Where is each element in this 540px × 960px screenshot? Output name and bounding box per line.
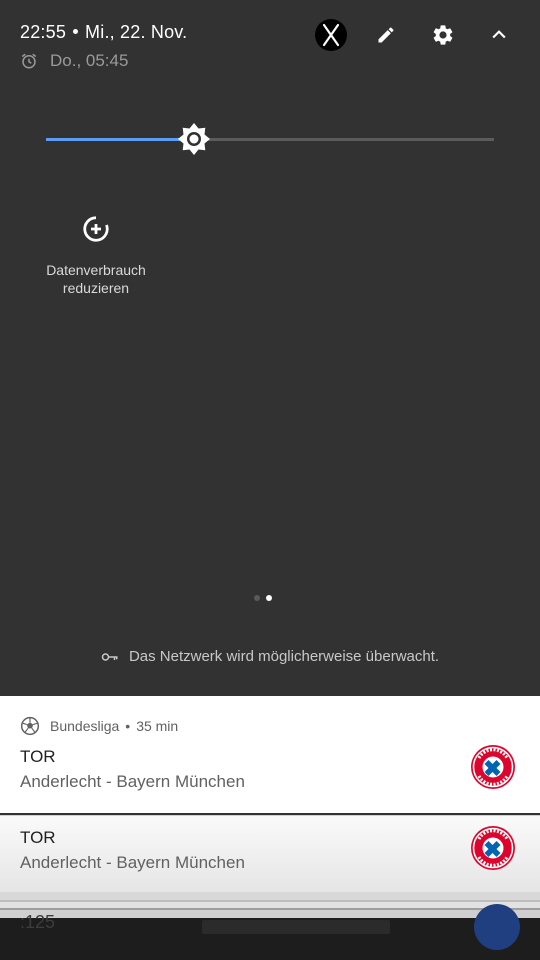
fc-bayern-logo (471, 745, 515, 789)
settings-button[interactable] (426, 18, 460, 52)
chevron-up-icon (492, 30, 506, 39)
alarm-time: Do., 05:45 (50, 51, 129, 70)
notification-bundesliga-2[interactable]: TOR Anderlecht - Bayern München (0, 815, 540, 893)
separator-dot (73, 28, 79, 34)
notification-stack-edge (0, 910, 540, 918)
notification-app-name: Bundesliga (50, 718, 120, 734)
data-saver-icon (80, 213, 112, 245)
notification-bundesliga[interactable]: Bundesliga • 35 min TOR Anderlecht - Bay… (0, 696, 540, 813)
clock-date: Mi., 22. Nov. (85, 22, 188, 42)
page-dot-1[interactable] (254, 595, 260, 601)
edit-button[interactable] (369, 18, 403, 52)
notification-text: Anderlecht - Bayern München (20, 853, 245, 872)
tile-data-saver[interactable]: Datenverbrauch reduzieren (36, 213, 156, 297)
gear-icon (433, 25, 453, 45)
notification-separator: • (125, 718, 131, 734)
network-notice-text: Das Netzwerk wird möglicherweise überwac… (128, 648, 440, 665)
background-app-peek: :125 (0, 904, 540, 960)
soccer-ball-icon (20, 716, 40, 736)
notification-stack-edge (0, 892, 540, 900)
tile-label: Datenverbrauch reduzieren (36, 261, 156, 297)
page-dot-2-active[interactable] (266, 595, 272, 601)
tile-label-line2: reduzieren (62, 280, 130, 296)
x-mark-icon (322, 23, 340, 47)
background-app-fab (474, 904, 520, 950)
x-logo-icon[interactable] (314, 18, 348, 52)
notification-title: TOR (20, 828, 56, 847)
alarm-clock-icon (21, 53, 37, 69)
page-indicator (254, 595, 272, 601)
brightness-icon (177, 123, 210, 155)
collapse-button[interactable] (482, 18, 516, 52)
network-monitoring-notice[interactable]: Das Netzwerk wird möglicherweise überwac… (0, 648, 540, 665)
notification-age: 35 min (136, 718, 179, 734)
background-app-text: :125 (20, 912, 56, 932)
notification-header: Bundesliga • 35 min (20, 716, 178, 736)
fc-bayern-logo (471, 826, 515, 870)
key-icon (101, 652, 118, 661)
notification-text: Anderlecht - Bayern München (20, 772, 245, 791)
brightness-slider-thumb[interactable] (177, 122, 211, 156)
quick-settings-panel: 22:55 Mi., 22. Nov. Do., 05:45 Datenverb… (0, 0, 540, 696)
pencil-icon (378, 27, 394, 43)
notification-title: TOR (20, 747, 56, 766)
x-logo-badge (315, 19, 347, 51)
background-app-bar (202, 920, 390, 934)
brightness-slider-fill (46, 138, 194, 141)
next-alarm[interactable]: Do., 05:45 (20, 51, 128, 71)
tile-label-line1: Datenverbrauch (46, 262, 146, 278)
clock-time: 22:55 (20, 22, 67, 42)
status-clock: 22:55 Mi., 22. Nov. (20, 22, 187, 43)
